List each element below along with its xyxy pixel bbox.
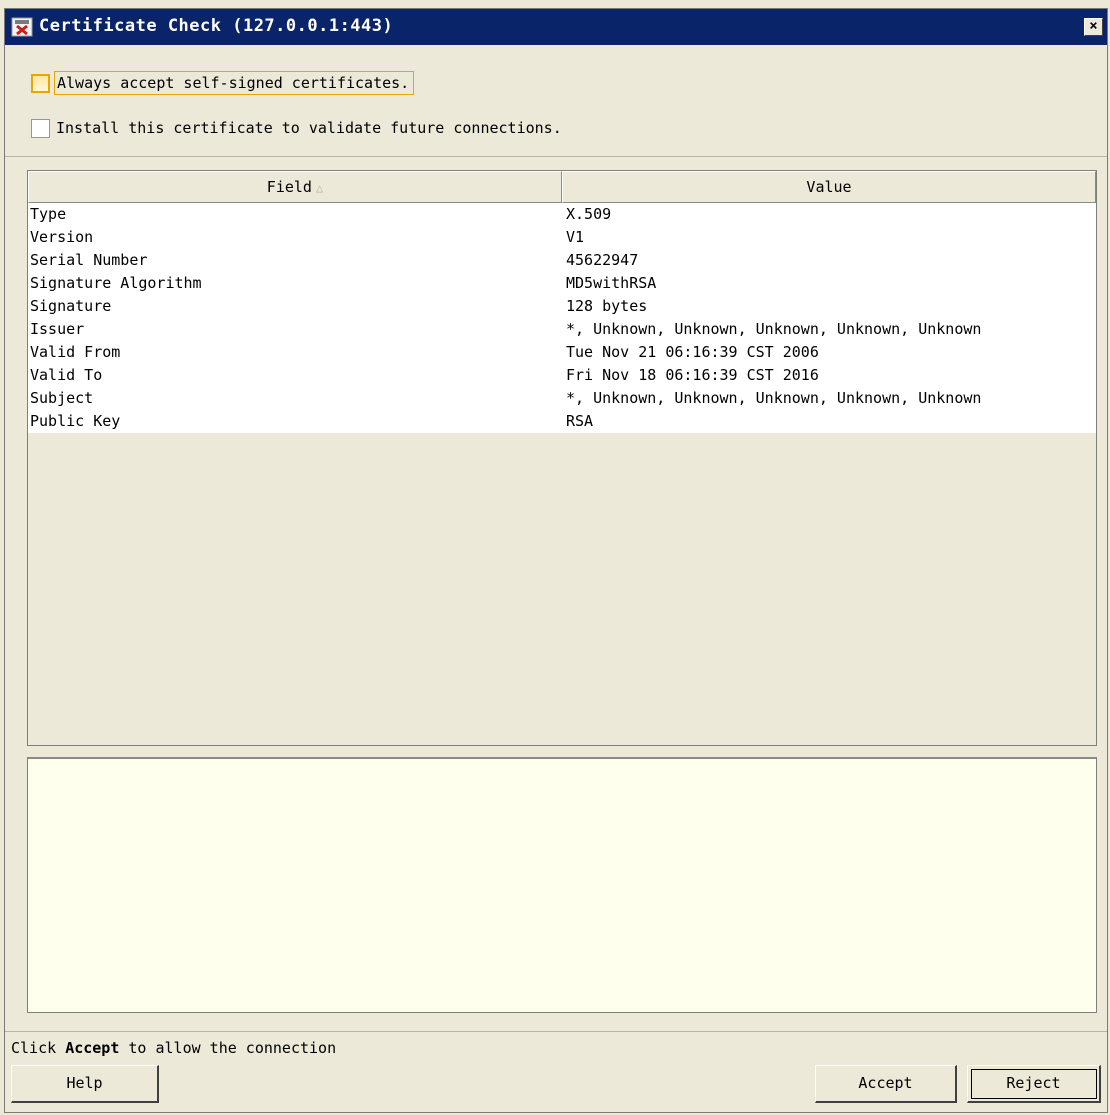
field-cell: Issuer — [30, 320, 85, 338]
install-cert-checkbox[interactable] — [31, 118, 50, 138]
table-row[interactable]: Version V1 — [28, 226, 1096, 249]
table-row[interactable]: Signature Algorithm MD5withRSA — [28, 272, 1096, 295]
value-cell: Tue Nov 21 06:16:39 CST 2006 — [566, 343, 819, 361]
table-row[interactable]: Serial Number 45622947 — [28, 249, 1096, 272]
sort-ascending-icon: △ — [315, 181, 324, 195]
help-button[interactable]: Help — [11, 1065, 159, 1103]
field-cell: Valid From — [30, 343, 121, 361]
table-body: Type X.509 Version V1 Serial Number 4562294… — [28, 203, 1096, 433]
value-cell: X.509 — [566, 205, 612, 223]
install-cert-label[interactable]: Install this certificate to validate fut… — [54, 117, 566, 139]
always-accept-option[interactable]: Always accept self-signed certificates. — [31, 71, 415, 95]
always-accept-label[interactable]: Always accept self-signed certificates. — [54, 71, 415, 95]
value-cell: V1 — [566, 228, 585, 246]
reject-button[interactable]: Reject — [967, 1065, 1101, 1103]
status-separator — [5, 1031, 1107, 1032]
column-header-value[interactable]: Value — [562, 171, 1096, 203]
value-cell: MD5withRSA — [566, 274, 657, 292]
status-accept-keyword: Accept — [65, 1039, 120, 1057]
title-bar[interactable]: Certificate Check (127.0.0.1:443) × — [5, 9, 1107, 45]
app-icon — [11, 17, 33, 37]
column-header-field-label: Field — [266, 178, 312, 196]
status-suffix: to allow the connection — [119, 1039, 337, 1057]
table-row[interactable]: Signature 128 bytes — [28, 295, 1096, 318]
close-icon[interactable]: × — [1084, 18, 1103, 36]
certificate-fields-table: Field △ Value Type X.509 Version V1 Serial … — [27, 170, 1097, 746]
field-cell: Type — [30, 205, 67, 223]
field-cell: Valid To — [30, 366, 103, 384]
table-row[interactable]: Issuer *, Unknown, Unknown, Unknown, Unkn… — [28, 318, 1096, 341]
value-cell: *, Unknown, Unknown, Unknown, Unknown, U… — [566, 389, 982, 407]
certificate-check-dialog: Certificate Check (127.0.0.1:443) × Alwa… — [4, 8, 1108, 1113]
field-cell: Version — [30, 228, 94, 246]
table-row[interactable]: Type X.509 — [28, 203, 1096, 226]
field-cell: Subject — [30, 389, 94, 407]
accept-button[interactable]: Accept — [815, 1065, 957, 1103]
field-cell: Serial Number — [30, 251, 148, 269]
table-row[interactable]: Valid To Fri Nov 18 06:16:39 CST 2016 — [28, 364, 1096, 387]
value-cell: 128 bytes — [566, 297, 648, 315]
field-cell: Public Key — [30, 412, 121, 430]
value-cell: 45622947 — [566, 251, 639, 269]
status-message: Click Accept to allow the connection — [11, 1039, 336, 1057]
always-accept-checkbox[interactable] — [31, 73, 50, 93]
column-header-field[interactable]: Field △ — [28, 171, 562, 203]
status-prefix: Click — [11, 1039, 66, 1057]
install-cert-option[interactable]: Install this certificate to validate fut… — [31, 116, 566, 140]
value-cell: *, Unknown, Unknown, Unknown, Unknown, U… — [566, 320, 982, 338]
table-row[interactable]: Public Key RSA — [28, 410, 1096, 433]
column-header-value-label: Value — [806, 178, 852, 196]
value-cell: Fri Nov 18 06:16:39 CST 2016 — [566, 366, 819, 384]
table-row[interactable]: Valid From Tue Nov 21 06:16:39 CST 2006 — [28, 341, 1096, 364]
field-cell: Signature Algorithm — [30, 274, 202, 292]
certificate-detail-pane[interactable] — [27, 757, 1097, 1013]
table-row[interactable]: Subject *, Unknown, Unknown, Unknown, Unk… — [28, 387, 1096, 410]
table-header: Field △ Value — [28, 171, 1096, 203]
window-title: Certificate Check (127.0.0.1:443) — [39, 16, 394, 36]
value-cell: RSA — [566, 412, 594, 430]
field-cell: Signature — [30, 297, 112, 315]
options-panel: Always accept self-signed certificates. … — [5, 45, 1107, 157]
